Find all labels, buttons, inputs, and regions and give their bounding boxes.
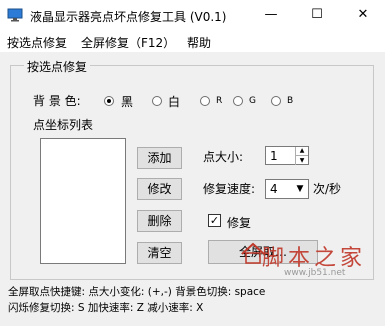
radio-blue[interactable] (271, 96, 281, 106)
radio-red[interactable] (200, 96, 210, 106)
repair-speed-select[interactable]: 4 ▼ (265, 179, 309, 199)
background-color-label: 背 景 色: (33, 94, 81, 108)
radio-white-label: 白 (168, 95, 181, 109)
radio-black-label: 黑 (121, 95, 134, 109)
radio-black[interactable] (104, 96, 114, 106)
repair-checkbox-label: 修复 (227, 216, 252, 230)
radio-green[interactable] (233, 96, 243, 106)
triangle-up-icon[interactable]: ▲ (295, 147, 308, 155)
hotkey-hint-line1: 全屏取点快捷键: 点大小变化: (+,-) 背景色切换: space (8, 286, 266, 298)
dot-size-value: 1 (270, 149, 278, 163)
monitor-icon (7, 8, 23, 22)
dot-size-stepper[interactable]: 1 ▲ ▼ (265, 146, 309, 165)
radio-blue-label: B (287, 96, 294, 106)
hotkey-hint-line2: 闪烁修复切换: S 加快速率: Z 减小速率: X (8, 302, 204, 314)
add-button[interactable]: 添加 (137, 147, 182, 169)
repair-speed-label: 修复速度: (203, 182, 256, 196)
watermark-url: www.jb51.net (284, 268, 346, 278)
group-title: 按选点修复 (24, 58, 91, 75)
minimize-button[interactable]: — (248, 0, 294, 30)
close-button[interactable]: ✕ (340, 0, 385, 30)
repair-checkbox[interactable]: ✓ (208, 214, 221, 227)
chevron-down-icon[interactable]: ▼ (292, 180, 308, 198)
maximize-button[interactable]: ☐ (294, 0, 340, 30)
radio-green-label: G (249, 96, 256, 106)
menu-help[interactable]: 帮助 (187, 34, 211, 51)
radio-red-label: R (216, 96, 223, 106)
watermark: 脚本之家 www.jb51.net (240, 240, 380, 284)
delete-button[interactable]: 删除 (137, 210, 182, 232)
window-title: 液晶显示器亮点坏点修复工具 (V0.1) (30, 10, 227, 24)
repair-speed-value: 4 (270, 182, 278, 196)
repair-speed-unit: 次/秒 (313, 182, 342, 196)
dot-size-label: 点大小: (203, 150, 244, 164)
point-list-box[interactable] (40, 138, 126, 264)
point-list-label: 点坐标列表 (33, 118, 94, 132)
check-icon: ✓ (209, 214, 220, 227)
menu-select-point-repair[interactable]: 按选点修复 (7, 34, 67, 51)
menu-fullscreen-repair[interactable]: 全屏修复（F12） (81, 34, 175, 51)
triangle-down-icon[interactable]: ▼ (295, 155, 308, 165)
modify-button[interactable]: 修改 (137, 178, 182, 200)
clear-button[interactable]: 清空 (137, 242, 182, 264)
radio-white[interactable] (152, 96, 162, 106)
